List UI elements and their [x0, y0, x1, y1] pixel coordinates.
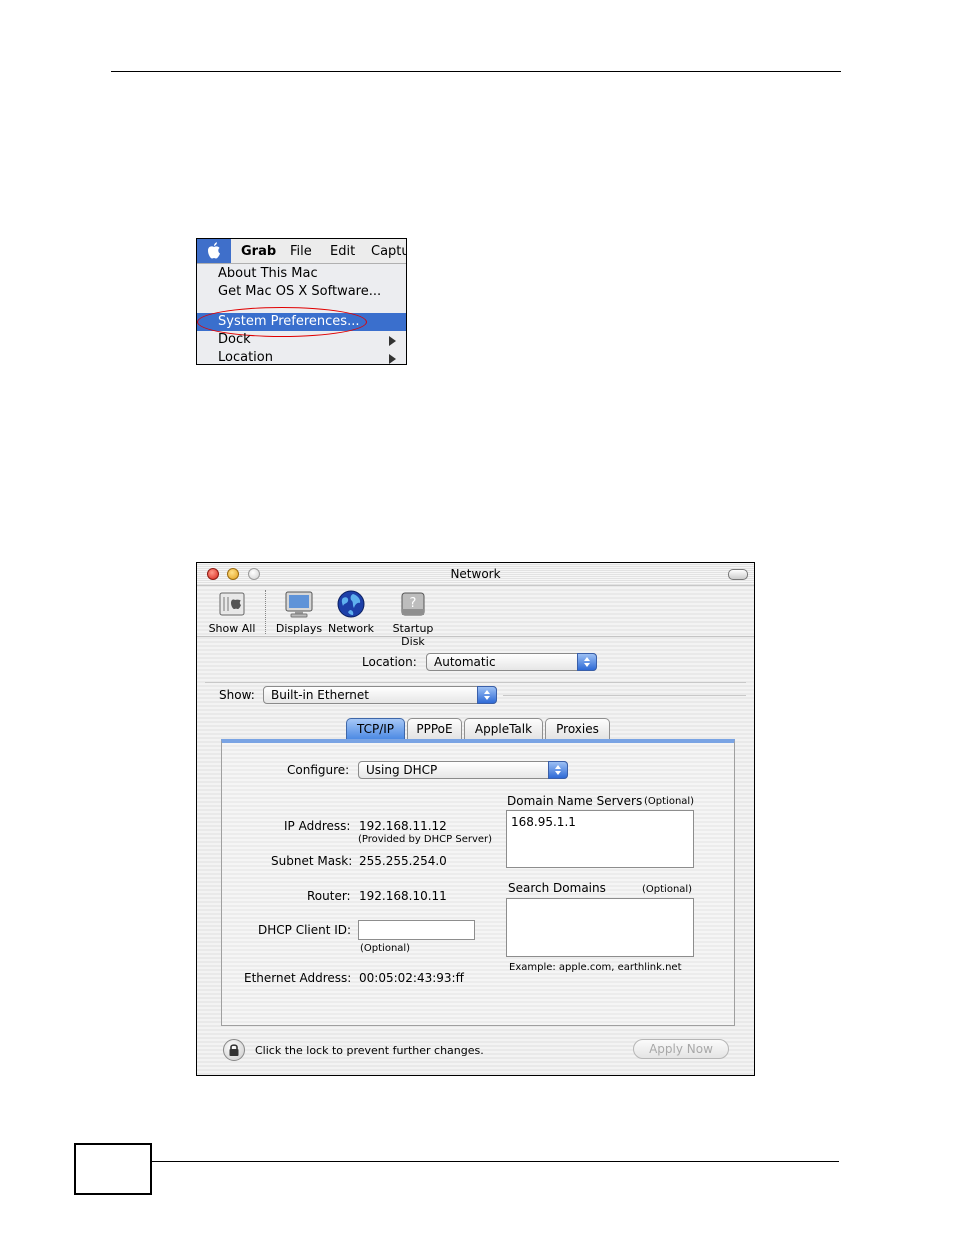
header-rule	[111, 71, 841, 72]
menu-item-label: Location	[218, 350, 273, 365]
submenu-arrow-icon	[389, 354, 396, 364]
tab-pppoe[interactable]: PPPoE	[407, 718, 462, 739]
subnet-mask-label: Subnet Mask:	[271, 854, 353, 868]
displays-label: Displays	[275, 622, 323, 635]
configure-value: Using DHCP	[366, 763, 438, 777]
popup-arrows-icon	[548, 761, 568, 779]
location-value: Automatic	[434, 655, 496, 669]
menu-bar: Grab File Edit Captu	[197, 239, 406, 264]
toolbar-toggle-button[interactable]	[728, 569, 748, 580]
menu-item-label: About This Mac	[218, 266, 318, 281]
title-bar: Network	[197, 563, 754, 586]
toolbar-separator	[265, 590, 266, 634]
network-label: Network	[328, 622, 374, 635]
dns-servers-value: 168.95.1.1	[511, 815, 576, 829]
toolbar: Show All Displays Network ? Startup Disk	[197, 586, 754, 648]
tab-appletalk[interactable]: AppleTalk	[464, 718, 543, 739]
menubar-edit[interactable]: Edit	[330, 244, 355, 259]
menubar-capture[interactable]: Captu	[371, 244, 406, 259]
menu-item-label: Dock	[218, 332, 251, 347]
show-value: Built-in Ethernet	[271, 688, 369, 702]
configure-label: Configure:	[287, 763, 350, 777]
dhcp-client-id-label: DHCP Client ID:	[258, 923, 352, 937]
search-domains-optional-note: (Optional)	[642, 884, 693, 895]
startup-disk-icon: ?	[401, 592, 425, 616]
dns-servers-textarea[interactable]: 168.95.1.1	[506, 810, 694, 868]
ethernet-address-value: 00:05:02:43:93:ff	[359, 971, 464, 985]
ip-address-label: IP Address:	[284, 819, 351, 833]
page-number-box	[74, 1143, 152, 1195]
divider	[205, 682, 746, 683]
tab-proxies[interactable]: Proxies	[545, 718, 610, 739]
menu-item-dock[interactable]: Dock	[197, 331, 406, 349]
apple-icon	[208, 242, 220, 259]
ip-address-value: 192.168.11.12	[359, 819, 447, 833]
show-all-icon	[219, 592, 245, 616]
ethernet-address-label: Ethernet Address:	[244, 971, 352, 985]
menu-item-label: Get Mac OS X Software...	[218, 284, 382, 299]
displays-button[interactable]: Displays	[275, 589, 323, 635]
menubar-file[interactable]: File	[290, 244, 312, 259]
apply-now-button[interactable]: Apply Now	[633, 1039, 729, 1059]
startup-disk-button[interactable]: ? Startup Disk	[381, 589, 445, 648]
show-popup[interactable]: Built-in Ethernet	[263, 686, 497, 704]
search-domains-label: Search Domains	[508, 881, 606, 895]
show-all-button[interactable]: Show All	[207, 589, 257, 635]
router-value: 192.168.10.11	[359, 889, 447, 903]
network-window: Network Show All Displays Network ? Star…	[196, 562, 755, 1076]
router-label: Router:	[307, 889, 351, 903]
search-domains-example: Example: apple.com, earthlink.net	[509, 962, 682, 973]
globe-icon	[337, 590, 365, 618]
ip-address-note: (Provided by DHCP Server)	[358, 834, 493, 845]
tab-tcpip[interactable]: TCP/IP	[346, 718, 405, 739]
menu-item-location[interactable]: Location	[197, 349, 406, 365]
dns-optional-note: (Optional)	[644, 796, 695, 807]
svg-text:?: ?	[410, 596, 417, 611]
location-popup[interactable]: Automatic	[426, 653, 597, 671]
menu-item-get-software[interactable]: Get Mac OS X Software...	[197, 283, 406, 301]
search-domains-textarea[interactable]	[506, 898, 694, 957]
menu-item-about[interactable]: About This Mac	[197, 265, 406, 283]
apple-menu-button[interactable]	[197, 239, 231, 263]
configure-popup[interactable]: Using DHCP	[358, 761, 568, 779]
dhcp-client-id-input[interactable]	[358, 920, 475, 940]
dhcp-client-id-note: (Optional)	[360, 943, 411, 954]
divider	[503, 695, 746, 696]
lock-icon	[229, 1044, 239, 1056]
location-label: Location:	[362, 655, 417, 669]
popup-arrows-icon	[477, 686, 497, 704]
popup-arrows-icon	[577, 653, 597, 671]
network-button[interactable]: Network	[327, 589, 375, 635]
lock-message: Click the lock to prevent further change…	[255, 1044, 484, 1057]
submenu-arrow-icon	[389, 336, 396, 346]
window-title: Network	[450, 567, 501, 581]
footer-rule	[151, 1161, 839, 1162]
startup-disk-label: Startup Disk	[392, 622, 434, 648]
apple-menu-screenshot: Grab File Edit Captu About This Mac Get …	[196, 238, 407, 365]
dns-label: Domain Name Servers	[507, 794, 643, 808]
show-label: Show:	[219, 688, 255, 702]
display-icon	[285, 591, 313, 618]
menubar-grab[interactable]: Grab	[241, 244, 276, 259]
subnet-mask-value: 255.255.254.0	[359, 854, 447, 868]
lock-button[interactable]	[223, 1039, 245, 1061]
show-all-label: Show All	[208, 622, 256, 635]
